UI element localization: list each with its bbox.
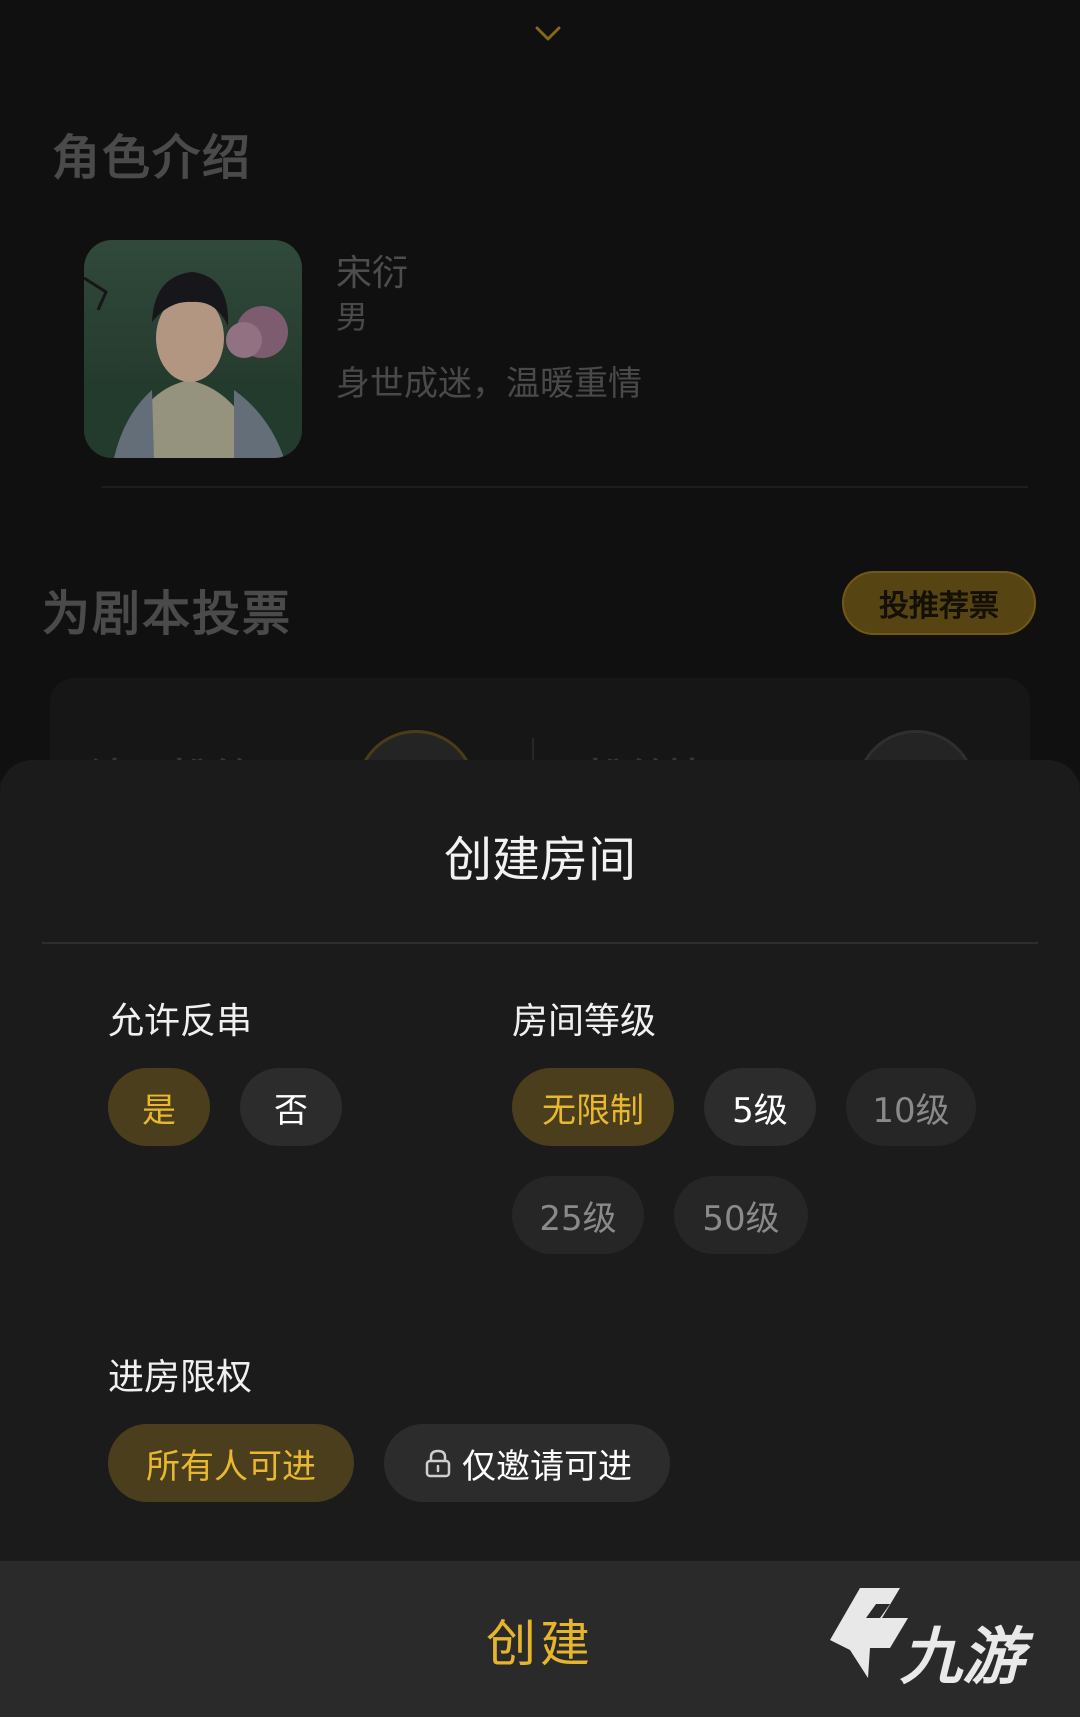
room-level-25-chip[interactable]: 25级	[512, 1176, 644, 1254]
sheet-title: 创建房间	[443, 832, 636, 888]
allow-reverse-label: 允许反串	[108, 1001, 253, 1042]
room-level-5-chip[interactable]: 5级	[704, 1068, 816, 1146]
sheet-divider	[42, 942, 1038, 944]
room-level-10-chip[interactable]: 10级	[846, 1068, 976, 1146]
entry-permission-label: 进房限权	[108, 1357, 253, 1398]
dim-overlay[interactable]	[0, 0, 1080, 780]
entry-invite-only-chip[interactable]: 仅邀请可进	[384, 1424, 670, 1502]
room-level-50-chip[interactable]: 50级	[674, 1176, 808, 1254]
allow-reverse-yes-chip[interactable]: 是	[108, 1068, 210, 1146]
create-room-button[interactable]: 创建	[380, 1590, 700, 1690]
room-level-unlimited-chip[interactable]: 无限制	[512, 1068, 674, 1146]
entry-everyone-chip[interactable]: 所有人可进	[108, 1424, 354, 1502]
entry-invite-only-label: 仅邀请可进	[462, 1446, 632, 1487]
lock-icon	[425, 1449, 451, 1478]
room-level-label: 房间等级	[512, 1001, 657, 1042]
allow-reverse-no-chip[interactable]: 否	[240, 1068, 342, 1146]
watermark-text: 九游	[900, 1620, 1025, 1693]
